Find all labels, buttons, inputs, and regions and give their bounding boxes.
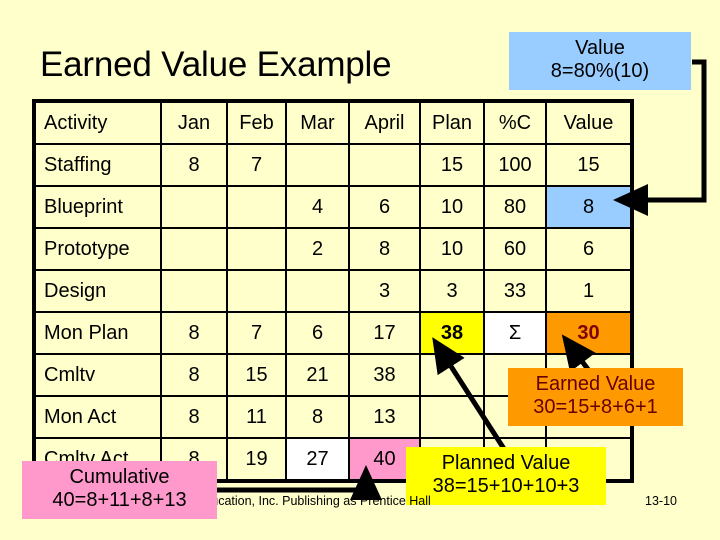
cell-feb: 7 xyxy=(226,143,287,187)
callout-earned-value-line2: 30=15+8+6+1 xyxy=(533,395,658,418)
cell-value: 1 xyxy=(545,269,632,313)
table-row-mon-plan: Mon Plan 8 7 6 17 38 Σ 30 xyxy=(34,311,632,355)
cell-mar: 6 xyxy=(285,311,350,355)
cell-activity: Mon Act xyxy=(34,395,162,439)
cell-mar: 4 xyxy=(285,185,350,229)
table-row-blueprint: Blueprint 4 6 10 80 8 xyxy=(34,185,632,229)
cell-jan: 8 xyxy=(160,143,228,187)
cell-activity: Prototype xyxy=(34,227,162,271)
table-row-staffing: Staffing 8 7 15 100 15 xyxy=(34,143,632,187)
slide-canvas: Earned Value Example Activity Jan Feb Ma… xyxy=(0,0,720,540)
column-header-feb: Feb xyxy=(226,101,287,145)
callout-cumulative-line2: 40=8+11+8+13 xyxy=(52,488,187,511)
column-header-value: Value xyxy=(545,101,632,145)
cell-feb xyxy=(226,227,287,271)
cell-feb: 19 xyxy=(226,437,287,481)
callout-value-line1: Value xyxy=(575,37,625,59)
table-header-row: Activity Jan Feb Mar April Plan %C Value xyxy=(34,101,632,145)
cell-activity: Blueprint xyxy=(34,185,162,229)
cell-percent-complete: 33 xyxy=(483,269,547,313)
column-header-activity: Activity xyxy=(34,101,162,145)
cell-percent-complete: 80 xyxy=(483,185,547,229)
cell-plan xyxy=(419,395,485,439)
cell-activity: Design xyxy=(34,269,162,313)
cell-april: 17 xyxy=(348,311,421,355)
cell-feb: 11 xyxy=(226,395,287,439)
cell-plan-total-highlight-yellow: 38 xyxy=(419,311,485,355)
cell-percent-complete: 60 xyxy=(483,227,547,271)
cell-mar: 2 xyxy=(285,227,350,271)
column-header-percent-complete: %C xyxy=(483,101,547,145)
table-row-design: Design 3 3 33 1 xyxy=(34,269,632,313)
cell-jan xyxy=(160,227,228,271)
cell-jan: 8 xyxy=(160,353,228,397)
cell-value: 15 xyxy=(545,143,632,187)
column-header-mar: Mar xyxy=(285,101,350,145)
cell-feb: 7 xyxy=(226,311,287,355)
cell-feb xyxy=(226,269,287,313)
cell-plan: 15 xyxy=(419,143,485,187)
cell-jan: 8 xyxy=(160,311,228,355)
cell-april: 8 xyxy=(348,227,421,271)
cell-april xyxy=(348,143,421,187)
cell-april: 13 xyxy=(348,395,421,439)
cell-percent-complete: 100 xyxy=(483,143,547,187)
column-header-jan: Jan xyxy=(160,101,228,145)
cell-mar xyxy=(285,143,350,187)
cell-activity: Staffing xyxy=(34,143,162,187)
cell-activity: Mon Plan xyxy=(34,311,162,355)
callout-cumulative-line1: Cumulative xyxy=(69,466,170,488)
cell-value-total-highlight-orange: 30 xyxy=(545,311,632,355)
callout-planned-value-line1: Planned Value xyxy=(441,452,571,474)
cell-april: 6 xyxy=(348,185,421,229)
callout-earned-value: Earned Value 30=15+8+6+1 xyxy=(508,368,683,426)
callout-value-line2: 8=80%(10) xyxy=(550,59,650,82)
cell-jan xyxy=(160,185,228,229)
cell-april: 38 xyxy=(348,353,421,397)
callout-earned-value-line1: Earned Value xyxy=(535,373,656,395)
footer-page-number: 13-10 xyxy=(645,494,677,508)
cell-plan xyxy=(419,353,485,397)
column-header-april: April xyxy=(348,101,421,145)
cell-jan: 8 xyxy=(160,395,228,439)
cell-april: 3 xyxy=(348,269,421,313)
cell-value: 6 xyxy=(545,227,632,271)
cell-mar xyxy=(285,269,350,313)
callout-planned-value: Planned Value 38=15+10+10+3 xyxy=(406,447,606,505)
cell-feb: 15 xyxy=(226,353,287,397)
callout-planned-value-line2: 38=15+10+10+3 xyxy=(432,474,580,497)
cell-value-highlight-blue: 8 xyxy=(545,185,632,229)
cell-plan: 10 xyxy=(419,227,485,271)
cell-plan: 3 xyxy=(419,269,485,313)
table-row-prototype: Prototype 2 8 10 60 6 xyxy=(34,227,632,271)
cell-mar: 8 xyxy=(285,395,350,439)
callout-value: Value 8=80%(10) xyxy=(509,32,691,90)
cell-mar: 21 xyxy=(285,353,350,397)
cell-activity: Cmltv xyxy=(34,353,162,397)
column-header-plan: Plan xyxy=(419,101,485,145)
cell-feb xyxy=(226,185,287,229)
page-title: Earned Value Example xyxy=(40,45,392,84)
cell-plan: 10 xyxy=(419,185,485,229)
callout-cumulative: Cumulative 40=8+11+8+13 xyxy=(22,461,217,519)
cell-mar-highlight-white: 27 xyxy=(285,437,350,481)
cell-jan xyxy=(160,269,228,313)
cell-sigma-symbol: Σ xyxy=(483,311,547,355)
